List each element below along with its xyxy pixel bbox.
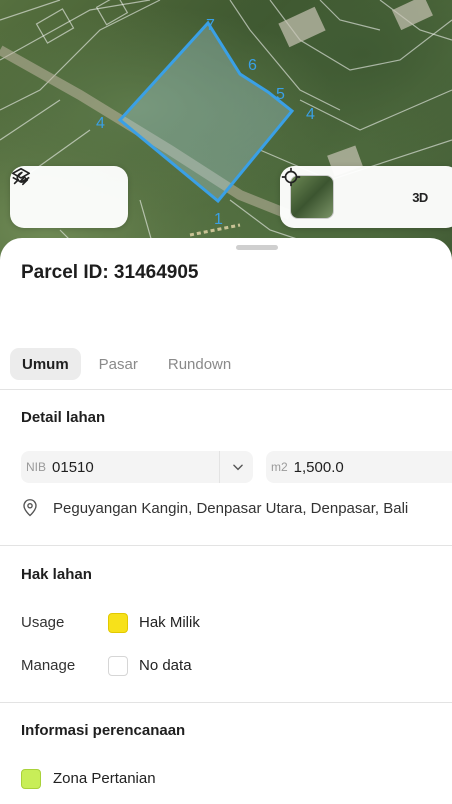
vertex-label-7: 7 — [206, 17, 215, 34]
parcel-info-sheet: Parcel ID: 31464905 Umum Pasar Rundown D… — [0, 238, 452, 804]
divider — [0, 389, 452, 390]
map-view-panel: 3D — [280, 166, 452, 228]
vertex-label-4-right: 4 — [306, 106, 315, 123]
chevron-down-icon — [233, 464, 243, 471]
manage-color-swatch — [108, 656, 128, 676]
sheet-drag-handle[interactable] — [236, 245, 278, 250]
vertex-label-5: 5 — [276, 86, 285, 103]
hak-lahan-title: Hak lahan — [21, 566, 92, 583]
location-pin-icon — [23, 499, 37, 517]
vertex-label-1: 1 — [214, 211, 223, 228]
informasi-perencanaan-title: Informasi perencanaan — [21, 722, 186, 739]
tab-pasar[interactable]: Pasar — [87, 348, 150, 380]
tab-bar: Umum Pasar Rundown — [10, 348, 243, 380]
3d-label: 3D — [412, 189, 428, 205]
location-text: Peguyangan Kangin, Denpasar Utara, Denpa… — [53, 499, 409, 517]
nib-value: 01510 — [52, 458, 94, 476]
buildings — [278, 0, 433, 177]
manage-label: Manage — [21, 657, 76, 674]
locate-button[interactable] — [281, 167, 386, 217]
draw-button[interactable] — [13, 171, 115, 217]
divider — [0, 545, 452, 546]
vertex-label-6: 6 — [248, 57, 257, 74]
zone-value: Zona Pertanian — [53, 770, 156, 787]
nib-prefix: NIB — [26, 460, 47, 474]
usage-color-swatch — [108, 613, 128, 633]
tab-umum[interactable]: Umum — [10, 348, 81, 380]
zone-color-swatch — [21, 769, 41, 789]
detail-lahan-title: Detail lahan — [21, 409, 106, 426]
map-view[interactable]: 7 6 5 4 4 1 3D — [0, 0, 452, 270]
crosshair-icon — [281, 167, 301, 187]
usage-value: Hak Milik — [139, 614, 200, 631]
parcel-id-title: Parcel ID: 31464905 — [21, 262, 199, 283]
nib-select[interactable]: NIB 01510 — [21, 451, 253, 483]
map-layer: 7 6 5 4 4 1 — [0, 0, 452, 270]
draw-pen-icon — [13, 171, 29, 186]
usage-label: Usage — [21, 614, 65, 631]
location-row: Peguyangan Kangin, Denpasar Utara, Denpa… — [21, 498, 408, 518]
manage-value: No data — [139, 657, 192, 674]
tab-rundown[interactable]: Rundown — [156, 348, 243, 380]
vertex-label-4-left: 4 — [96, 115, 105, 132]
area-value: 1,500.0 — [293, 458, 344, 476]
area-unit-prefix: m2 — [271, 460, 288, 474]
3d-mode-button[interactable]: 3D — [400, 177, 440, 217]
area-field[interactable]: m2 1,500.0 — [266, 451, 452, 483]
field-separator — [219, 451, 220, 483]
map-tools-panel — [10, 166, 128, 228]
divider — [0, 702, 452, 703]
